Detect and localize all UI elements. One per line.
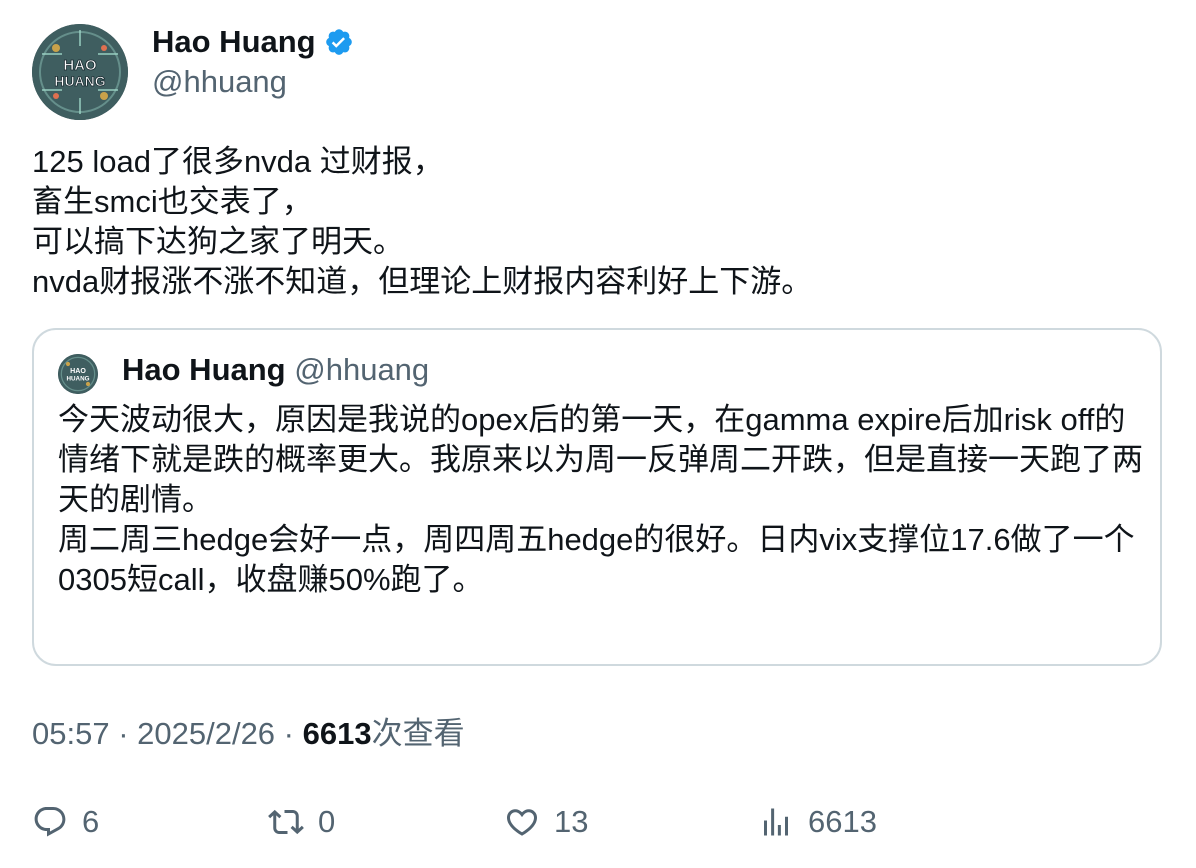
retweet-icon [268,809,304,835]
author-block: Hao Huang @hhuang [152,22,354,102]
tweet: HAO HUANG Hao Huang @hhuang 125 load了很多n… [0,0,1196,868]
avatar-logo-text: HAO [63,57,97,74]
quoted-tweet[interactable]: HAO HUANG Hao Huang @hhuang 今天波动很大，原因是我说… [32,328,1162,666]
quote-handle: @hhuang [294,352,430,387]
svg-text:HAO: HAO [70,367,86,375]
tweet-date[interactable]: 2025/2/26 [137,716,275,751]
tweet-meta: 05:57 · 2025/2/26 · 6613次查看 [32,714,465,754]
name-row: Hao Huang [152,22,354,62]
action-bar: 6 0 13 6613 [32,800,1162,844]
tweet-text: 125 load了很多nvda 过财报， 畜生smci也交表了， 可以搞下达狗之… [32,144,813,299]
views-count: 6613 [302,716,372,751]
heart-icon [506,809,538,836]
retweet-count: 0 [318,804,336,839]
meta-separator: · [275,716,303,751]
tweet-time[interactable]: 05:57 [32,716,110,751]
views-action-count: 6613 [808,804,877,839]
reply-count: 6 [82,804,100,839]
quote-text: 今天波动很大，原因是我说的opex后的第一天，在gamma expire后加ri… [58,402,1143,597]
quote-author: Hao Huang @hhuang [122,350,429,390]
reply-icon [34,807,66,837]
quote-display-name: Hao Huang [122,352,286,387]
like-count: 13 [554,804,589,839]
bar-chart-icon [764,808,788,836]
svg-text:HUANG: HUANG [54,73,105,89]
display-name[interactable]: Hao Huang [152,24,316,60]
views-label: 次查看 [371,716,465,751]
quote-avatar: HAO HUANG [58,354,98,394]
avatar[interactable]: HAO HUANG [32,24,128,120]
like-button[interactable]: 13 [504,800,588,844]
views-button[interactable]: 6613 [758,800,877,844]
meta-separator: · [109,716,138,751]
verified-badge-icon[interactable] [324,27,354,57]
handle[interactable]: @hhuang [152,62,354,102]
svg-text:HUANG: HUANG [67,376,90,383]
retweet-button[interactable]: 0 [268,800,335,844]
reply-button[interactable]: 6 [32,800,99,844]
